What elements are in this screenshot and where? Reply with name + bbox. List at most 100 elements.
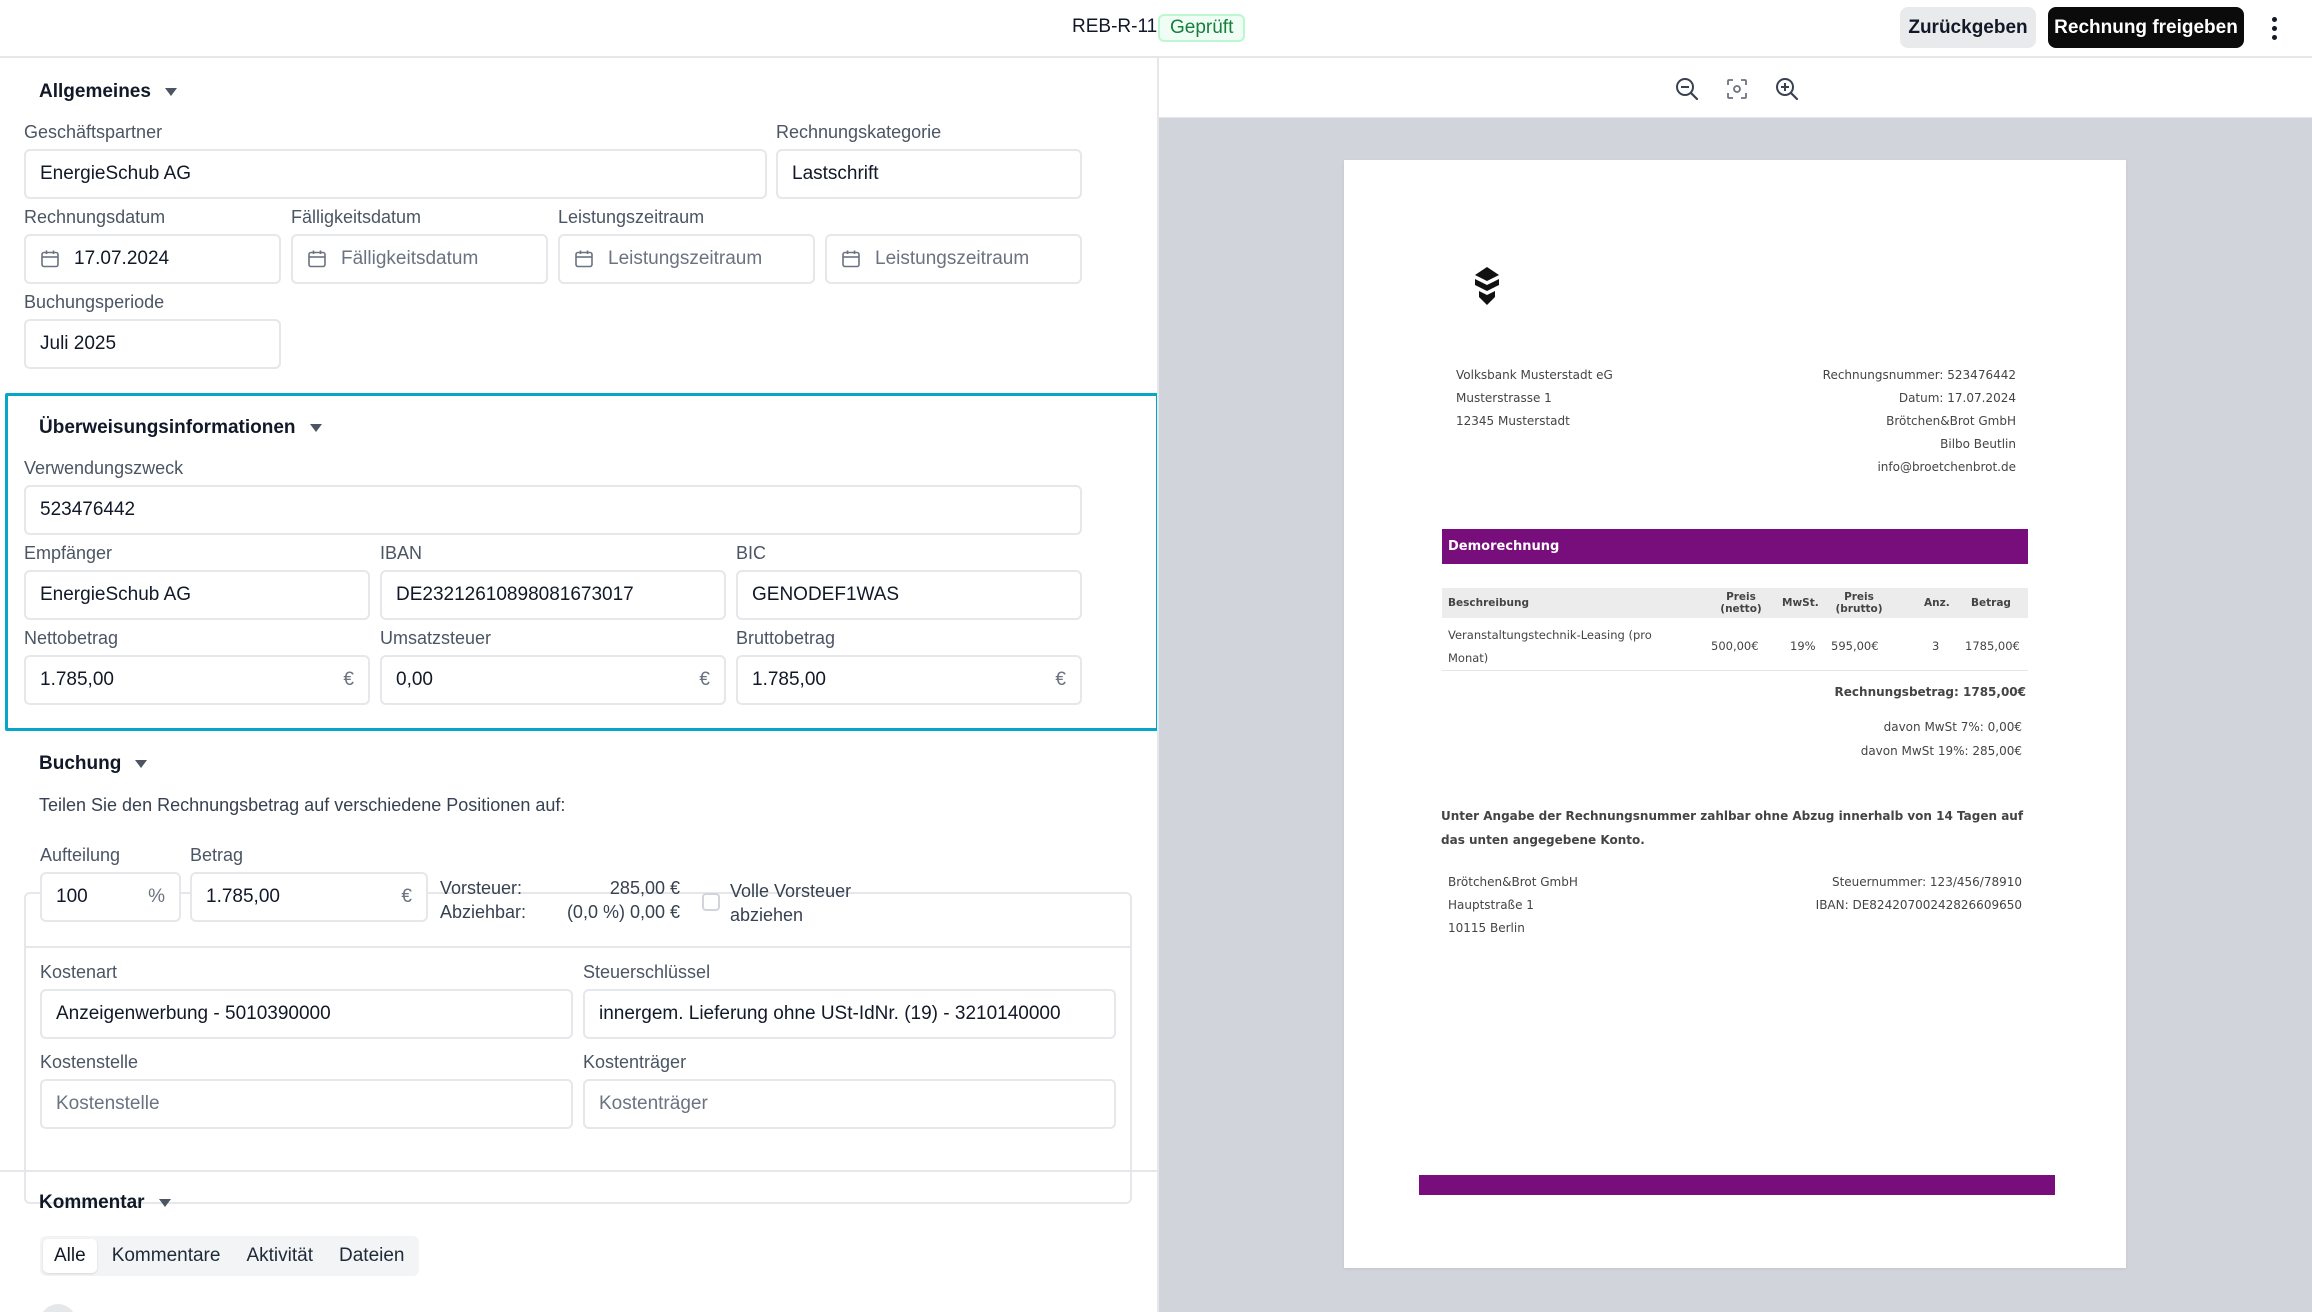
row-vat: 19% bbox=[1790, 639, 1816, 653]
column-header: Preis (netto) bbox=[1720, 591, 1762, 615]
tax-key-select[interactable]: innergem. Lieferung ohne USt-IdNr. (19) … bbox=[583, 989, 1116, 1039]
booking-period-value: Juli 2025 bbox=[40, 333, 117, 354]
service-period-to-placeholder: Leistungszeitraum bbox=[875, 248, 1030, 269]
split-percent-field[interactable]: 100 % bbox=[40, 872, 181, 922]
service-period-label: Leistungszeitraum bbox=[558, 207, 705, 227]
vat7-line: davon MwSt 7%: 0,00€ bbox=[1883, 720, 2022, 734]
column-header: Beschreibung bbox=[1448, 597, 1529, 609]
service-period-from-placeholder: Leistungszeitraum bbox=[608, 248, 763, 269]
release-invoice-button[interactable]: Rechnung freigeben bbox=[2048, 7, 2244, 48]
cost-unit-label: Kostenträger bbox=[583, 1052, 687, 1072]
full-input-tax-label-line2: abziehen bbox=[730, 905, 804, 925]
tab-activity[interactable]: Aktivität bbox=[235, 1239, 324, 1273]
full-input-tax-checkbox[interactable] bbox=[702, 893, 720, 911]
cost-type-select[interactable]: Anzeigenwerbung - 5010390000 bbox=[40, 989, 573, 1039]
comment-tabs: Alle Kommentare Aktivität Dateien bbox=[40, 1236, 419, 1276]
footer-line: Steuernummer: 123/456/78910 bbox=[1831, 875, 2022, 889]
cost-unit-select[interactable]: Kostenträger bbox=[583, 1079, 1116, 1129]
category-label: Rechnungskategorie bbox=[776, 122, 942, 142]
calendar-icon bbox=[575, 250, 593, 268]
service-period-to-field[interactable]: Leistungszeitraum bbox=[825, 234, 1082, 284]
tab-all[interactable]: Alle bbox=[43, 1239, 97, 1273]
meta-line: info@broetchenbrot.de bbox=[1877, 460, 2016, 474]
section-title: Allgemeines bbox=[39, 81, 151, 102]
column-header: MwSt. bbox=[1782, 597, 1819, 609]
tax-key-value: innergem. Lieferung ohne USt-IdNr. (19) … bbox=[599, 1003, 1061, 1024]
status-badge: Geprüft bbox=[1158, 14, 1246, 42]
cost-center-label: Kostenstelle bbox=[40, 1052, 139, 1072]
input-tax-label: Vorsteuer: bbox=[440, 878, 523, 898]
invoice-banner: Demorechnung bbox=[1442, 529, 2028, 564]
footer-bar bbox=[1419, 1175, 2055, 1195]
invoice-date-label: Rechnungsdatum bbox=[24, 207, 166, 227]
divider bbox=[0, 1170, 1157, 1172]
return-button[interactable]: Zurückgeben bbox=[1900, 7, 2036, 48]
document-preview-panel: Volksbank Musterstadt eG Musterstrasse 1… bbox=[1159, 60, 2312, 1312]
service-period-from-field[interactable]: Leistungszeitraum bbox=[558, 234, 815, 284]
footer-line: IBAN: DE82420700242826609650 bbox=[1815, 898, 2022, 912]
sender-line: Volksbank Musterstadt eG bbox=[1456, 368, 1613, 382]
cost-unit-placeholder: Kostenträger bbox=[599, 1093, 708, 1114]
deductible-label: Abziehbar: bbox=[440, 902, 527, 922]
split-label: Aufteilung bbox=[40, 845, 121, 865]
split-value: 100 bbox=[56, 886, 88, 907]
zoom-in-icon[interactable] bbox=[1774, 76, 1800, 102]
invoice-meta-block: Rechnungsnummer: 523476442 Datum: 17.07.… bbox=[1823, 364, 2016, 479]
partner-label: Geschäftspartner bbox=[24, 122, 163, 142]
top-bar: REB-R-11 Geprüft Zurückgeben Rechnung fr… bbox=[0, 0, 2312, 58]
sender-line: 12345 Musterstadt bbox=[1456, 414, 1570, 428]
section-header-general[interactable]: Allgemeines bbox=[39, 81, 177, 103]
section-header-comments[interactable]: Kommentar bbox=[39, 1192, 171, 1214]
amount-field[interactable]: 1.785,00 € bbox=[190, 872, 428, 922]
category-select[interactable]: Lastschrift bbox=[776, 149, 1082, 199]
cost-center-select[interactable]: Kostenstelle bbox=[40, 1079, 573, 1129]
row-amount: 1785,00€ bbox=[1965, 639, 2020, 653]
zoom-out-icon[interactable] bbox=[1674, 76, 1700, 102]
cost-type-label: Kostenart bbox=[40, 962, 118, 982]
footer-line: Hauptstraße 1 bbox=[1448, 898, 1534, 912]
invoice-document: Volksbank Musterstadt eG Musterstrasse 1… bbox=[1344, 160, 2126, 1268]
transfer-section-highlight bbox=[5, 393, 1159, 731]
column-header: Betrag bbox=[1971, 597, 2011, 609]
fit-screen-icon[interactable] bbox=[1724, 76, 1750, 102]
full-input-tax-label: Volle Vorsteuer bbox=[730, 881, 852, 901]
meta-line: Rechnungsnummer: 523476442 bbox=[1822, 368, 2016, 382]
meta-line: Bilbo Beutlin bbox=[1940, 437, 2016, 451]
row-divider bbox=[1442, 670, 2028, 671]
calendar-icon bbox=[842, 250, 860, 268]
cost-center-placeholder: Kostenstelle bbox=[56, 1093, 160, 1114]
booking-period-select[interactable]: Juli 2025 bbox=[24, 319, 281, 369]
percent-suffix: % bbox=[148, 886, 165, 907]
amount-label: Betrag bbox=[190, 845, 244, 865]
cost-type-value: Anzeigenwerbung - 5010390000 bbox=[56, 1003, 331, 1024]
divider bbox=[26, 946, 1130, 948]
section-header-booking[interactable]: Buchung bbox=[39, 753, 148, 775]
category-value: Lastschrift bbox=[792, 163, 879, 184]
more-options-icon[interactable] bbox=[2262, 10, 2286, 46]
deductible-value: (0,0 %) 0,00 € bbox=[566, 902, 680, 922]
sender-block: Volksbank Musterstadt eG Musterstrasse 1… bbox=[1456, 364, 1613, 433]
tab-files[interactable]: Dateien bbox=[328, 1239, 416, 1273]
document-id: REB-R-11 bbox=[1072, 16, 1158, 37]
due-date-label: Fälligkeitsdatum bbox=[291, 207, 422, 227]
footer-tax-info: Steuernummer: 123/456/78910 IBAN: DE8242… bbox=[1816, 871, 2022, 917]
chevron-down-icon bbox=[135, 760, 148, 768]
input-tax-value: 285,00 € bbox=[609, 878, 680, 898]
meta-line: Brötchen&Brot GmbH bbox=[1886, 414, 2016, 428]
column-header: Preis (brutto) bbox=[1835, 591, 1883, 615]
sender-line: Musterstrasse 1 bbox=[1456, 391, 1552, 405]
due-date-placeholder: Fälligkeitsdatum bbox=[341, 248, 479, 269]
currency-suffix: € bbox=[401, 886, 412, 907]
section-title: Kommentar bbox=[39, 1192, 145, 1213]
partner-value: EnergieSchub AG bbox=[40, 163, 192, 184]
split-position-card bbox=[24, 892, 1132, 1204]
company-logo-icon bbox=[1475, 267, 1499, 305]
invoice-date-field[interactable]: 17.07.2024 bbox=[24, 234, 281, 284]
tax-key-label: Steuerschlüssel bbox=[583, 962, 711, 982]
due-date-field[interactable]: Fälligkeitsdatum bbox=[291, 234, 548, 284]
avatar bbox=[40, 1304, 76, 1312]
booking-description: Teilen Sie den Rechnungsbetrag auf versc… bbox=[39, 795, 566, 815]
partner-field[interactable]: EnergieSchub AG bbox=[24, 149, 767, 199]
tab-comments[interactable]: Kommentare bbox=[101, 1239, 232, 1273]
amount-value: 1.785,00 bbox=[206, 886, 280, 907]
